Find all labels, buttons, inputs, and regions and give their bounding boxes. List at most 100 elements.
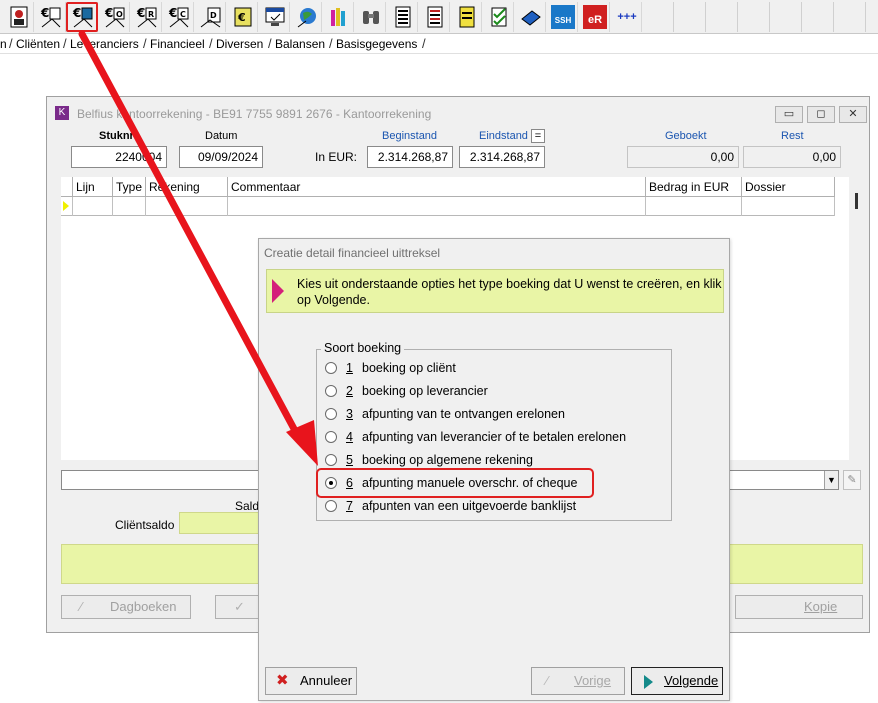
in-eur-label: In EUR: (315, 150, 358, 164)
table-row[interactable] (61, 197, 835, 216)
tab-balansen[interactable]: Balansen (275, 37, 325, 51)
vorige-label: Vorige (574, 673, 611, 688)
euro-book-icon[interactable]: € (228, 2, 258, 32)
option-number: 5 (346, 453, 353, 467)
check-list-icon[interactable] (484, 2, 514, 32)
column-header-dossier[interactable]: Dossier (741, 177, 835, 197)
beginstand-field[interactable]: 2.314.268,87 (367, 146, 453, 168)
back-arrow-icon: ⁄ (546, 673, 549, 688)
column-header-rekening[interactable]: Rekening (145, 177, 227, 197)
tab-partial[interactable]: n (0, 37, 7, 51)
creatie-detail-dialog: Creatie detail financieel uittreksel Kie… (258, 238, 730, 701)
svg-text:R: R (148, 10, 154, 19)
app-icon: K (55, 106, 69, 120)
radio-button[interactable] (325, 454, 337, 466)
tab-basisgegevens[interactable]: Basisgegevens (336, 37, 417, 51)
more-icon[interactable]: +++ (612, 2, 642, 32)
radio-button[interactable] (325, 500, 337, 512)
option-number: 3 (346, 407, 353, 421)
rest-field: 0,00 (743, 146, 841, 168)
tab-separator: / (63, 36, 67, 51)
ssh-icon[interactable]: SSH (548, 2, 578, 32)
window-titlebar: K Belfius kantoorrekening - BE91 7755 98… (47, 97, 869, 129)
svg-text:O: O (116, 10, 123, 19)
close-icon: ✖ (276, 672, 289, 689)
radio-button[interactable] (325, 362, 337, 374)
tab-financieel[interactable]: Financieel (150, 37, 205, 51)
maximize-button[interactable]: ◻ (807, 106, 835, 123)
radio-button[interactable] (325, 431, 337, 443)
window-title: Belfius kantoorrekening - BE91 7755 9891… (77, 107, 432, 121)
toolbar-slot[interactable] (676, 2, 706, 32)
toolbar-slot[interactable] (804, 2, 834, 32)
radio-button[interactable] (325, 385, 337, 397)
toolbar-slot[interactable] (772, 2, 802, 32)
binoculars-icon[interactable] (356, 2, 386, 32)
clientsaldo-label: Cliëntsaldo (115, 518, 175, 532)
euro-creditnota-icon[interactable]: € C (164, 2, 194, 32)
contact-card-icon[interactable] (4, 2, 34, 32)
toolbar-slot[interactable] (644, 2, 674, 32)
check-icon: ✓ (234, 599, 245, 614)
vertical-scrollbar[interactable] (855, 193, 858, 209)
datum-field[interactable]: 09/09/2024 (179, 146, 263, 168)
euro-offerte-icon[interactable]: € O (100, 2, 130, 32)
radio-button[interactable] (325, 408, 337, 420)
chevron-down-icon[interactable]: ▼ (824, 471, 838, 489)
close-button[interactable]: ✕ (839, 106, 867, 123)
yellow-note-icon[interactable] (452, 2, 482, 32)
dialog-info-panel: Kies uit onderstaande opties het type bo… (266, 269, 724, 313)
doc-icon[interactable]: D (196, 2, 226, 32)
geboekt-label: Geboekt (665, 130, 707, 142)
eindstand-label: Eindstand (479, 130, 528, 142)
list-icon[interactable] (388, 2, 418, 32)
cell-commentaar[interactable] (227, 197, 645, 216)
cell-rekening[interactable] (145, 197, 227, 216)
euro-rapport-icon[interactable]: € R (132, 2, 162, 32)
cell-type[interactable] (112, 197, 145, 216)
er-icon[interactable]: eR (580, 2, 610, 32)
vorige-button[interactable]: ⁄ Vorige (531, 667, 625, 695)
kopie-button[interactable]: Kopie (735, 595, 863, 619)
cell-dossier[interactable] (741, 197, 835, 216)
screen-check-icon[interactable] (260, 2, 290, 32)
equals-button[interactable]: = (531, 129, 545, 143)
toolbar-slot[interactable] (708, 2, 738, 32)
globe-icon[interactable] (292, 2, 322, 32)
blue-book-icon[interactable] (516, 2, 546, 32)
books-icon[interactable] (324, 2, 354, 32)
grid-header: Lijn Type Rekening Commentaar Bedrag in … (61, 177, 835, 197)
tab-leveranciers[interactable]: Leveranciers (70, 37, 139, 51)
column-header-type[interactable]: Type (112, 177, 145, 197)
svg-text:€: € (40, 6, 49, 20)
tab-diversen[interactable]: Diversen (216, 37, 263, 51)
er-label: eR (583, 5, 607, 29)
tab-separator: / (9, 36, 13, 51)
current-row-marker (63, 201, 69, 211)
annuleer-button[interactable]: ✖ Annuleer (265, 667, 357, 695)
euro-factuur-icon[interactable]: € (36, 2, 66, 32)
tab-clienten[interactable]: Cliënten (16, 37, 60, 51)
next-arrow-icon (644, 675, 653, 689)
dialog-info-text: Kies uit onderstaande opties het type bo… (297, 277, 722, 307)
dagboeken-button[interactable]: ⁄ Dagboeken (61, 595, 191, 619)
column-header-lijn[interactable]: Lijn (72, 177, 112, 197)
cell-bedrag[interactable] (645, 197, 741, 216)
menu-bar: n / Cliënten / Leveranciers / Financieel… (0, 34, 878, 54)
volgende-button[interactable]: Volgende (631, 667, 723, 695)
toolbar-slot[interactable] (836, 2, 866, 32)
pin-icon[interactable]: ✎ (843, 470, 861, 490)
ssh-label: SSH (551, 5, 575, 29)
dialog-title: Creatie detail financieel uittreksel (264, 246, 441, 260)
minimize-button[interactable]: ▭ (775, 106, 803, 123)
stuknr-field[interactable]: 2240004 (71, 146, 167, 168)
tab-separator: / (209, 36, 213, 51)
eindstand-field[interactable]: 2.314.268,87 (459, 146, 545, 168)
toolbar-slot[interactable] (740, 2, 770, 32)
column-header-commentaar[interactable]: Commentaar (227, 177, 645, 197)
red-list-icon[interactable] (420, 2, 450, 32)
beginstand-label: Beginstand (382, 130, 438, 142)
column-header-bedrag[interactable]: Bedrag in EUR (645, 177, 741, 197)
rest-label: Rest (781, 130, 804, 142)
cell-lijn[interactable] (72, 197, 112, 216)
